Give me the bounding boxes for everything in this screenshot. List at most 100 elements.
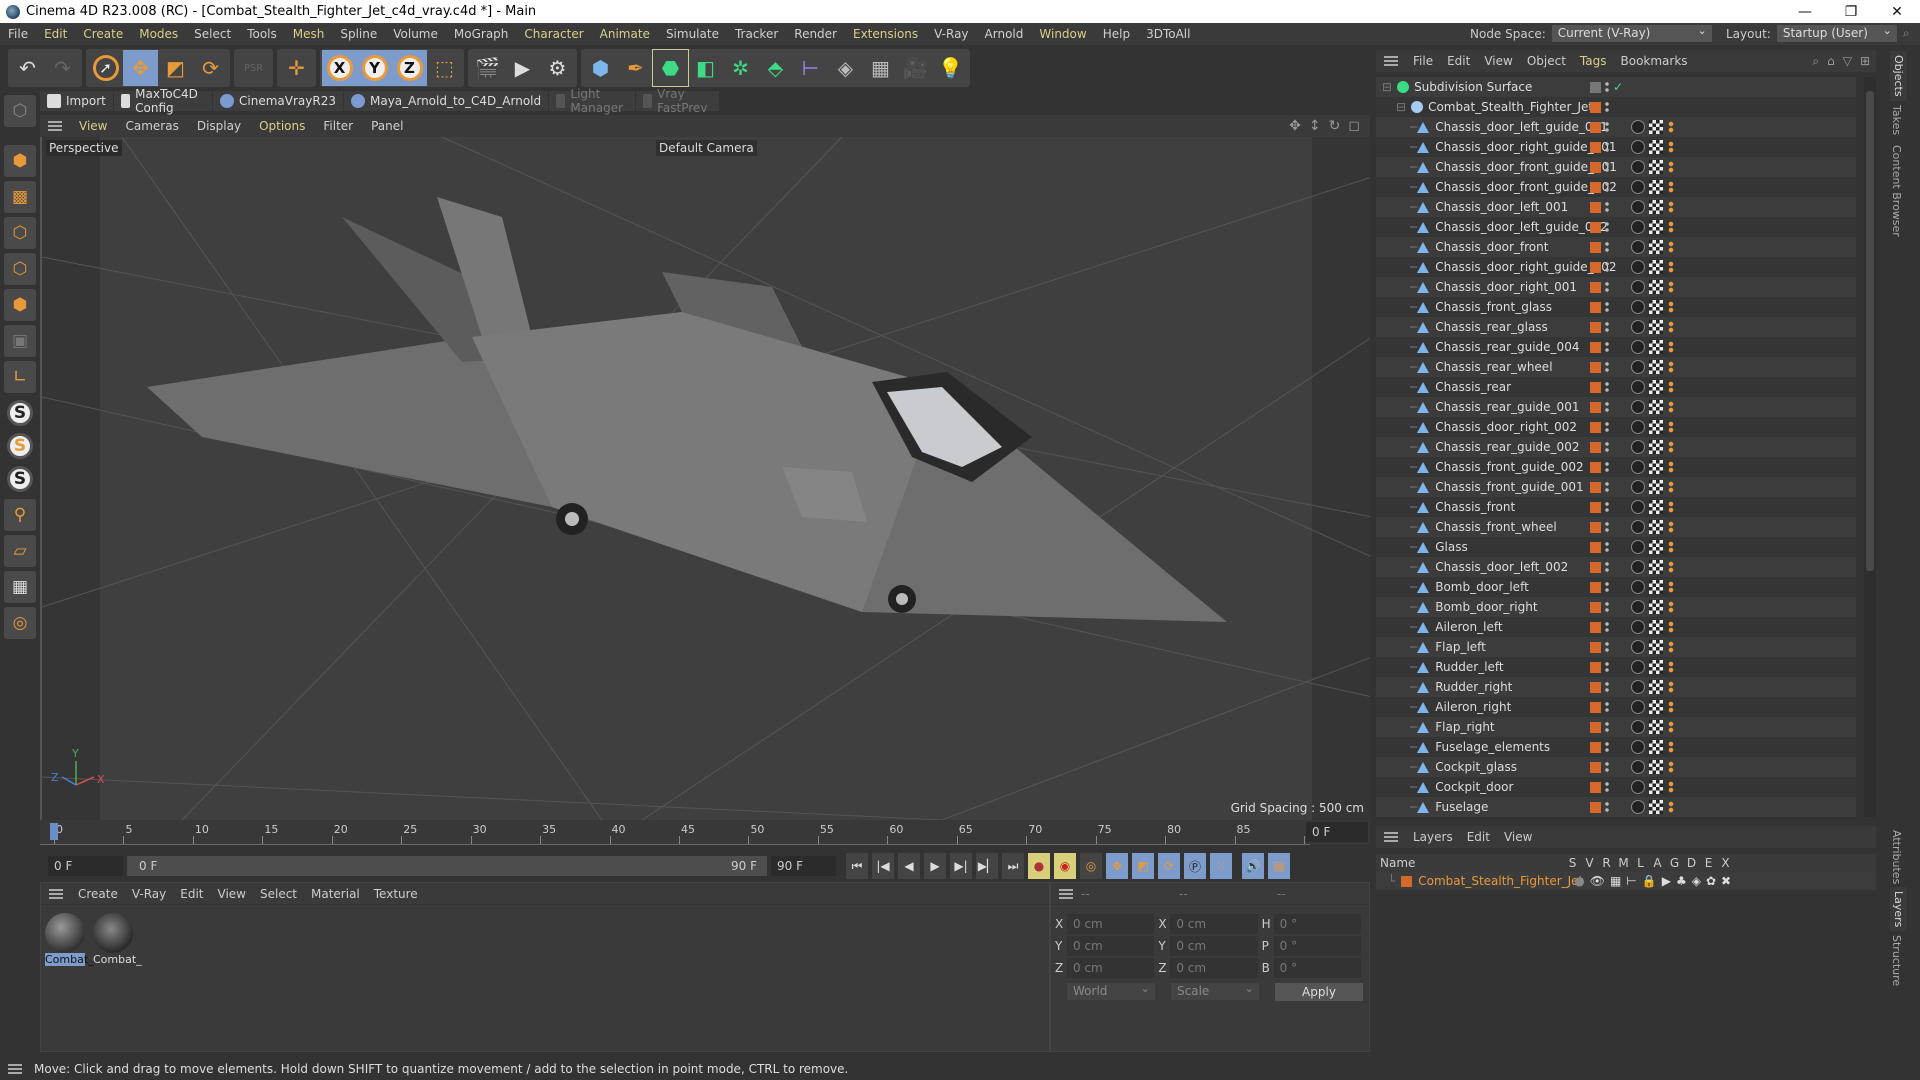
menu-extensions[interactable]: Extensions	[845, 27, 926, 41]
key-pla-icon[interactable]: ⁙	[1210, 853, 1232, 879]
selection-tag-icon[interactable]	[1667, 461, 1675, 473]
layer-color-swatch[interactable]	[1590, 341, 1601, 353]
menu-modes[interactable]: Modes	[131, 27, 186, 41]
layer-generators-icon[interactable]: ♣	[1676, 874, 1687, 888]
texture-tag-icon[interactable]	[1649, 240, 1663, 254]
apply-button[interactable]: Apply	[1275, 983, 1363, 1001]
viewport-menu-panel[interactable]: Panel	[362, 119, 412, 133]
visibility-dots-icon[interactable]	[1605, 641, 1609, 653]
menu-volume[interactable]: Volume	[385, 27, 446, 41]
layer-color-swatch[interactable]	[1590, 681, 1601, 693]
vray-material-tag-icon[interactable]	[1631, 560, 1645, 574]
texture-tag-icon[interactable]	[1649, 780, 1663, 794]
y-axis-lock-button[interactable]: Y	[357, 50, 392, 86]
position-y-field[interactable]: 0 cm	[1067, 936, 1155, 956]
layer-color-swatch[interactable]	[1590, 201, 1601, 213]
visibility-dots-icon[interactable]	[1605, 521, 1609, 533]
object-row[interactable]: ─ Flap_right	[1376, 717, 1856, 737]
selection-tag-icon[interactable]	[1667, 201, 1675, 213]
object-row[interactable]: ─ Chassis_door_right_guide_002	[1376, 257, 1856, 277]
vray-material-tag-icon[interactable]	[1631, 120, 1645, 134]
goto-end-icon[interactable]: ⏭	[1002, 853, 1024, 879]
layer-manager-icon[interactable]: ⊢	[1626, 874, 1636, 888]
selection-tag-icon[interactable]	[1667, 561, 1675, 573]
layer-lock-icon[interactable]: 🔒	[1642, 874, 1657, 888]
start-frame-field[interactable]: 0 F	[48, 856, 123, 876]
layer-color-swatch[interactable]	[1590, 561, 1601, 573]
visibility-dots-icon[interactable]	[1605, 741, 1609, 753]
object-row[interactable]: ─ Chassis_front_guide_001	[1376, 477, 1856, 497]
menu-select[interactable]: Select	[186, 27, 239, 41]
cinemavray-button[interactable]: CinemaVrayR23	[213, 91, 344, 111]
object-row[interactable]: ─ Chassis_rear_wheel	[1376, 357, 1856, 377]
visibility-dots-icon[interactable]	[1605, 381, 1609, 393]
vray-material-tag-icon[interactable]	[1631, 620, 1645, 634]
object-row[interactable]: ─ Chassis_door_left_guide_002	[1376, 217, 1856, 237]
selection-tag-icon[interactable]	[1667, 181, 1675, 193]
menu-character[interactable]: Character	[516, 27, 591, 41]
viewport-maximize-icon[interactable]: ◻	[1348, 118, 1360, 134]
layer-color-swatch[interactable]	[1590, 261, 1601, 273]
object-row[interactable]: ─ Fuselage_elements	[1376, 737, 1856, 757]
layer-color-swatch[interactable]	[1590, 641, 1601, 653]
prev-frame-icon[interactable]: ◀	[898, 853, 920, 879]
texture-tag-icon[interactable]	[1649, 540, 1663, 554]
3d-viewport[interactable]: Y X Z Perspective Default Camera Grid Sp…	[40, 137, 1370, 820]
menu-3dtoall[interactable]: 3DToAll	[1138, 27, 1198, 41]
selection-tag-icon[interactable]	[1667, 621, 1675, 633]
material-menu-view[interactable]: View	[211, 887, 253, 901]
visibility-dots-icon[interactable]	[1605, 441, 1609, 453]
light-manager-button[interactable]: Light Manager	[549, 87, 636, 115]
menu-spline[interactable]: Spline	[332, 27, 385, 41]
vray-material-tag-icon[interactable]	[1631, 340, 1645, 354]
maxtoc4d-config-button[interactable]: MaxToC4D Config	[114, 87, 214, 115]
tab-structure[interactable]: Structure	[1890, 935, 1903, 986]
menu-mograph[interactable]: MoGraph	[446, 27, 517, 41]
layers-menu-edit[interactable]: Edit	[1460, 830, 1497, 844]
visibility-dots-icon[interactable]	[1605, 661, 1609, 673]
visibility-dots-icon[interactable]	[1605, 561, 1609, 573]
texture-tag-icon[interactable]	[1649, 200, 1663, 214]
vray-material-tag-icon[interactable]	[1631, 640, 1645, 654]
texture-tag-icon[interactable]	[1649, 180, 1663, 194]
selection-tag-icon[interactable]	[1667, 141, 1675, 153]
points-mode-icon[interactable]: ⬡	[4, 217, 36, 249]
coordinate-system-icon[interactable]: ⬚	[427, 50, 462, 86]
texture-tag-icon[interactable]	[1649, 620, 1663, 634]
object-row[interactable]: ─ Bomb_door_right	[1376, 597, 1856, 617]
visibility-dots-icon[interactable]	[1605, 461, 1609, 473]
layer-color-swatch[interactable]	[1590, 121, 1601, 133]
object-row[interactable]: ─ Aileron_left	[1376, 617, 1856, 637]
texture-tag-icon[interactable]	[1649, 460, 1663, 474]
selection-tag-icon[interactable]	[1667, 521, 1675, 533]
texture-tag-icon[interactable]	[1649, 420, 1663, 434]
visibility-dots-icon[interactable]	[1605, 761, 1609, 773]
solo-icon[interactable]: ◎	[4, 607, 36, 639]
selection-tag-icon[interactable]	[1667, 541, 1675, 553]
selection-tag-icon[interactable]	[1667, 741, 1675, 753]
selection-tag-icon[interactable]	[1667, 241, 1675, 253]
layer-color-swatch[interactable]	[1590, 81, 1601, 93]
visibility-dots-icon[interactable]	[1605, 221, 1609, 233]
object-row[interactable]: ─ Chassis_door_left_001	[1376, 197, 1856, 217]
menu-arnold[interactable]: Arnold	[977, 27, 1032, 41]
extrude-generator-icon[interactable]: ◧	[688, 50, 723, 86]
texture-tag-icon[interactable]	[1649, 260, 1663, 274]
visibility-dots-icon[interactable]	[1605, 541, 1609, 553]
vray-material-tag-icon[interactable]	[1631, 180, 1645, 194]
layer-color-swatch[interactable]	[1590, 481, 1601, 493]
size-x-field[interactable]: 0 cm	[1170, 914, 1258, 934]
material-menu-material[interactable]: Material	[304, 887, 367, 901]
selection-tag-icon[interactable]	[1667, 361, 1675, 373]
texture-tag-icon[interactable]	[1649, 800, 1663, 814]
tab-attributes[interactable]: Attributes	[1890, 830, 1903, 884]
visibility-dots-icon[interactable]	[1605, 281, 1609, 293]
vray-material-tag-icon[interactable]	[1631, 420, 1645, 434]
layer-color-swatch[interactable]	[1590, 581, 1601, 593]
playhead[interactable]	[50, 823, 58, 840]
object-row[interactable]: ─ Chassis_door_front_guide_001	[1376, 157, 1856, 177]
visibility-dots-icon[interactable]	[1605, 141, 1609, 153]
viewport-rotate-icon[interactable]: ↻	[1329, 118, 1341, 134]
layer-color-swatch[interactable]	[1401, 875, 1413, 887]
visibility-dots-icon[interactable]	[1605, 621, 1609, 633]
